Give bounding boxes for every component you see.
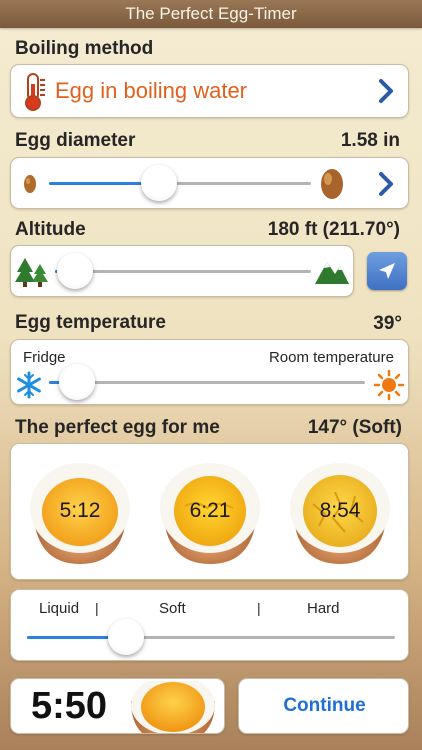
egg-diameter-value: 1.58 in — [340, 130, 400, 151]
hard-label: Hard — [307, 600, 340, 617]
chevron-right-icon[interactable] — [378, 171, 394, 197]
app-title-bar: The Perfect Egg-Timer — [0, 0, 422, 28]
chevron-right-icon — [379, 79, 393, 103]
tick-mark: | — [257, 600, 261, 616]
egg-temperature-value: 39° — [373, 313, 402, 334]
altitude-value: 180 ft (211.70°) — [267, 219, 400, 240]
soft-label: Soft — [159, 600, 186, 617]
egg-soft-time: 6:21 — [189, 499, 231, 522]
perfect-egg-panel: 5:12 6:21 8:54 — [10, 443, 409, 580]
mountains-icon — [315, 262, 349, 284]
consistency-slider-knob[interactable] — [108, 619, 145, 655]
trees-icon — [15, 258, 48, 287]
small-egg-icon — [24, 175, 36, 193]
sun-icon — [373, 369, 405, 401]
continue-button[interactable]: Continue — [238, 678, 409, 734]
snowflake-icon — [17, 371, 41, 399]
liquid-label: Liquid — [39, 600, 80, 617]
egg-liquid-time: 5:12 — [59, 499, 101, 522]
perfect-egg-label: The perfect egg for me — [15, 417, 220, 438]
egg-liquid[interactable]: 5:12 — [25, 456, 135, 566]
fridge-label: Fridge — [23, 349, 66, 366]
egg-soft[interactable]: 6:21 — [155, 456, 265, 566]
location-arrow-icon — [379, 263, 395, 279]
boiling-method-row[interactable]: Egg in boiling water — [10, 64, 409, 118]
altitude-label: Altitude — [15, 219, 86, 240]
boiling-method-value: Egg in boiling water — [55, 78, 248, 103]
egg-diameter-label: Egg diameter — [15, 130, 136, 151]
timer-display: 5:50 — [31, 685, 108, 727]
thermometer-icon — [25, 73, 45, 111]
continue-label: Continue — [283, 695, 366, 716]
app-title: The Perfect Egg-Timer — [125, 4, 297, 23]
timer-panel: 5:50 — [10, 678, 225, 734]
egg-preview-image — [131, 681, 215, 733]
locate-button[interactable] — [367, 252, 407, 290]
altitude-slider-knob[interactable] — [57, 253, 94, 289]
egg-temperature-row: Fridge Room temperature — [10, 339, 409, 405]
altitude-row — [10, 245, 354, 297]
egg-diameter-row — [10, 157, 409, 209]
room-temperature-label: Room temperature — [268, 349, 394, 366]
perfect-egg-value: 147° (Soft) — [307, 417, 402, 438]
consistency-row: Liquid | Soft | Hard — [10, 589, 409, 661]
egg-temperature-track — [49, 381, 365, 384]
large-egg-icon — [321, 169, 343, 199]
egg-diameter-slider-knob[interactable] — [141, 165, 178, 201]
tick-mark: | — [95, 600, 99, 616]
boiling-method-label: Boiling method — [15, 38, 154, 59]
egg-hard[interactable]: 8:54 — [285, 456, 395, 566]
egg-temperature-label: Egg temperature — [15, 312, 166, 333]
altitude-track — [55, 270, 311, 273]
egg-temperature-slider-knob[interactable] — [59, 364, 96, 400]
egg-hard-time: 8:54 — [319, 499, 361, 522]
